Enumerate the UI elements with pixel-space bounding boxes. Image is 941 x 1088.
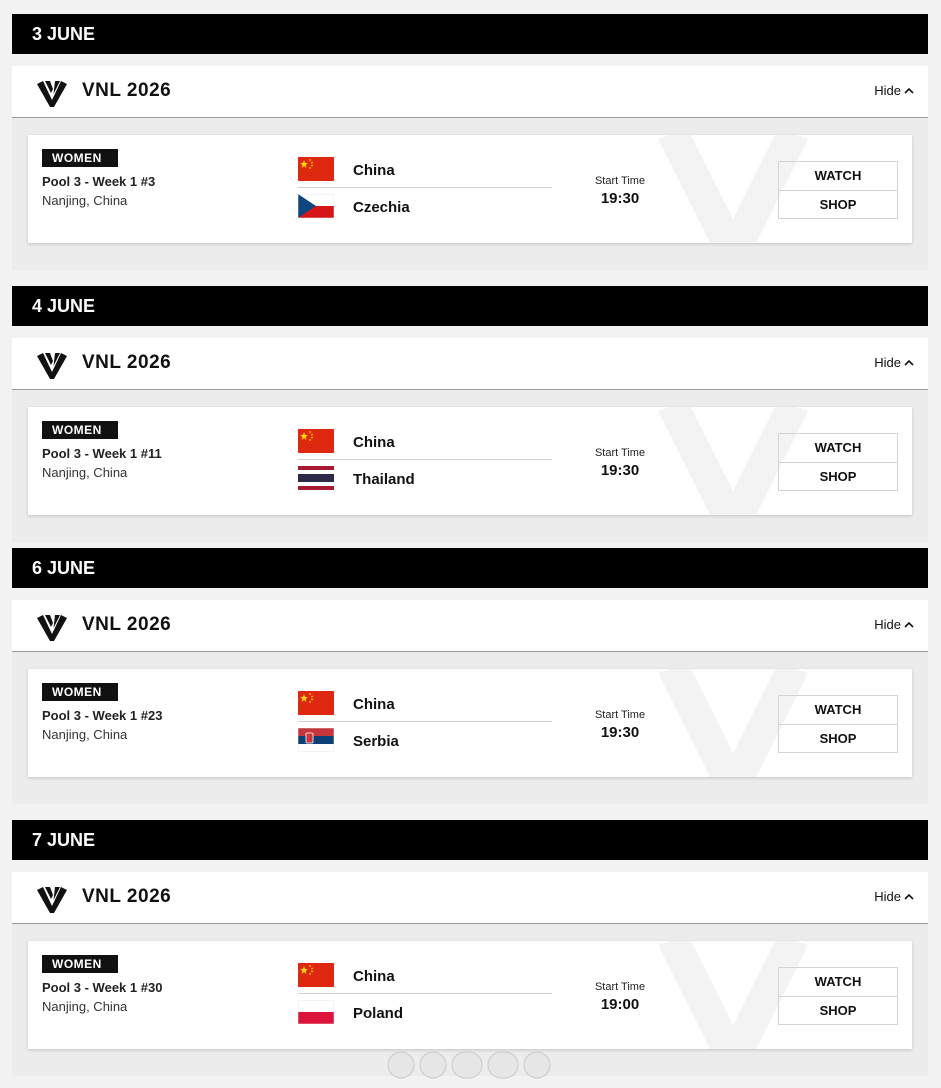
china-flag-icon [298,157,334,181]
venue: Nanjing, China [42,193,128,208]
home-team: China [298,961,552,994]
team-name: Serbia [353,733,399,750]
chevron-up-icon [904,66,914,116]
gender-badge: WOMEN [42,683,118,701]
team-name: China [353,162,395,179]
start-time: 19:00 [600,996,640,1013]
team-name: Czechia [353,199,410,216]
competition-section: VNL 2026 Hide WOMEN Pool 3 - Week 1 #3 N… [12,66,928,270]
action-buttons: WATCH SHOP [778,161,898,219]
poland-flag-icon [298,1000,334,1024]
team-name: China [353,434,395,451]
start-time: 19:30 [600,462,640,479]
home-team: China [298,155,552,188]
match-card[interactable]: WOMEN Pool 3 - Week 1 #30 Nanjing, China… [28,941,912,1049]
competition-header: VNL 2026 Hide [12,66,928,118]
competition-title: VNL 2026 [82,80,172,101]
vnl-logo [37,81,67,107]
away-team: Czechia [298,192,552,224]
date-header: 7 JUNE [12,820,928,860]
match-card[interactable]: WOMEN Pool 3 - Week 1 #3 Nanjing, China … [28,135,912,243]
hide-toggle[interactable]: Hide [874,872,914,922]
competition-section: VNL 2026 Hide WOMEN Pool 3 - Week 1 #23 … [12,600,928,804]
shop-button[interactable]: SHOP [779,463,897,491]
competition-header: VNL 2026 Hide [12,600,928,652]
china-flag-icon [298,691,334,715]
away-team: Serbia [298,726,552,758]
china-flag-icon [298,429,334,453]
china-flag-icon [298,963,334,987]
start-time-label: Start Time [594,981,646,993]
competition-section: VNL 2026 Hide WOMEN Pool 3 - Week 1 #11 … [12,338,928,542]
hide-toggle[interactable]: Hide [874,338,914,388]
action-buttons: WATCH SHOP [778,433,898,491]
watch-button[interactable]: WATCH [779,696,897,725]
start-time-label: Start Time [594,447,646,459]
match-card[interactable]: WOMEN Pool 3 - Week 1 #23 Nanjing, China… [28,669,912,777]
team-name: China [353,968,395,985]
hide-toggle[interactable]: Hide [874,66,914,116]
gender-badge: WOMEN [42,421,118,439]
chevron-up-icon [904,338,914,388]
chevron-up-icon [904,872,914,922]
hide-label: Hide [874,355,901,370]
vnl-logo [37,887,67,913]
shop-button[interactable]: SHOP [779,997,897,1025]
vnl-logo [37,615,67,641]
czechia-flag-icon [298,194,334,218]
thailand-flag-icon [298,466,334,490]
venue: Nanjing, China [42,727,128,742]
shop-button[interactable]: SHOP [779,191,897,219]
chevron-up-icon [904,600,914,650]
competition-title: VNL 2026 [82,886,172,907]
hide-label: Hide [874,617,901,632]
hide-toggle[interactable]: Hide [874,600,914,650]
loading-indicator [387,1051,551,1079]
pool-info: Pool 3 - Week 1 #30 [42,980,163,995]
watch-button[interactable]: WATCH [779,434,897,463]
pool-info: Pool 3 - Week 1 #23 [42,708,163,723]
competition-header: VNL 2026 Hide [12,338,928,390]
start-time-label: Start Time [594,709,646,721]
competition-title: VNL 2026 [82,352,172,373]
team-name: Poland [353,1005,404,1022]
away-team: Thailand [298,464,552,496]
watch-button[interactable]: WATCH [779,162,897,191]
gender-badge: WOMEN [42,955,118,973]
competition-title: VNL 2026 [82,614,172,635]
hide-label: Hide [874,83,901,98]
pool-info: Pool 3 - Week 1 #11 [42,446,162,461]
gender-badge: WOMEN [42,149,118,167]
shop-button[interactable]: SHOP [779,725,897,753]
start-time-label: Start Time [594,175,646,187]
date-header: 6 JUNE [12,548,928,588]
vnl-logo [37,353,67,379]
home-team: China [298,427,552,460]
start-time: 19:30 [600,190,640,207]
competition-header: VNL 2026 Hide [12,872,928,924]
action-buttons: WATCH SHOP [778,967,898,1025]
serbia-flag-icon [298,728,334,752]
action-buttons: WATCH SHOP [778,695,898,753]
venue: Nanjing, China [42,465,128,480]
match-card[interactable]: WOMEN Pool 3 - Week 1 #11 Nanjing, China… [28,407,912,515]
away-team: Poland [298,998,552,1030]
competition-section: VNL 2026 Hide WOMEN Pool 3 - Week 1 #30 … [12,872,928,1076]
start-time: 19:30 [600,724,640,741]
venue: Nanjing, China [42,999,128,1014]
hide-label: Hide [874,889,901,904]
watch-button[interactable]: WATCH [779,968,897,997]
pool-info: Pool 3 - Week 1 #3 [42,174,156,189]
date-header: 3 JUNE [12,14,928,54]
team-name: Thailand [353,471,415,488]
team-name: China [353,696,395,713]
home-team: China [298,689,552,722]
date-header: 4 JUNE [12,286,928,326]
